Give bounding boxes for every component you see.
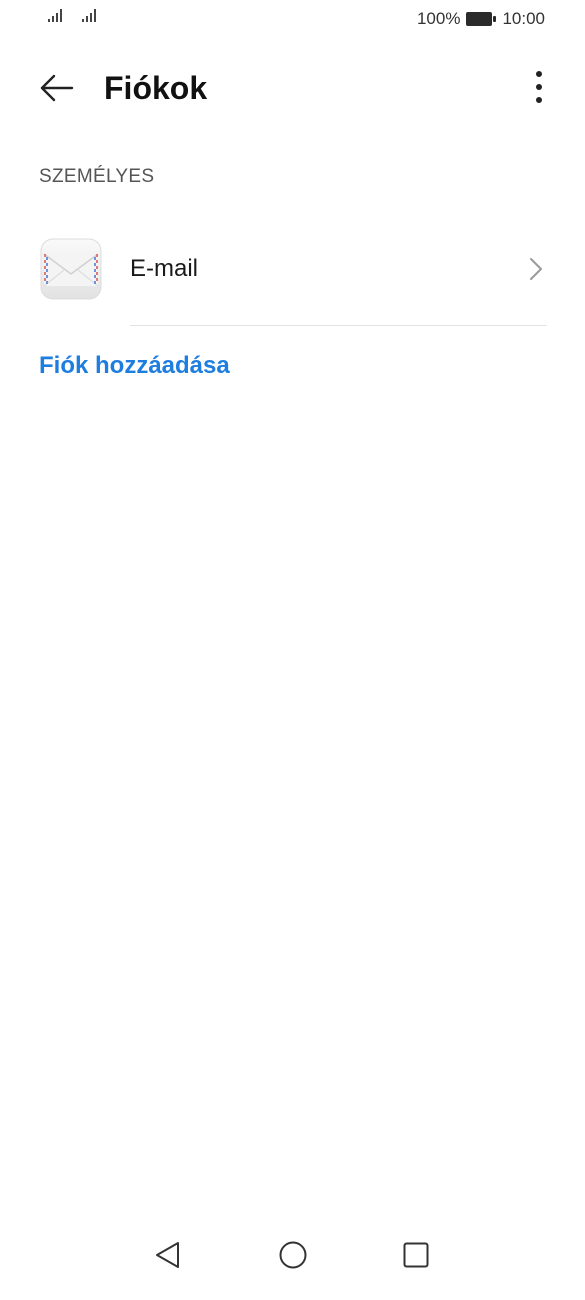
arrow-left-icon bbox=[40, 74, 74, 102]
section-header: SZEMÉLYES bbox=[39, 166, 155, 187]
nav-home-icon[interactable] bbox=[278, 1240, 308, 1270]
more-vertical-icon bbox=[536, 71, 542, 103]
app-bar: Fiókok bbox=[0, 50, 585, 126]
account-item-label: E-mail bbox=[130, 255, 199, 282]
signal-icon bbox=[48, 9, 62, 22]
divider bbox=[130, 325, 547, 326]
more-options-button[interactable] bbox=[529, 68, 549, 108]
status-bar: 100% 10:00 bbox=[0, 0, 585, 40]
signal-icon bbox=[82, 9, 96, 22]
page-title: Fiókok bbox=[104, 70, 208, 106]
battery-icon bbox=[466, 12, 497, 26]
add-account-button[interactable]: Fiók hozzáadása bbox=[39, 351, 230, 381]
nav-recents-icon[interactable] bbox=[401, 1240, 431, 1270]
email-envelope-icon bbox=[40, 238, 102, 300]
clock: 10:00 bbox=[502, 9, 545, 28]
status-right: 100% 10:00 bbox=[417, 9, 545, 29]
nav-back-icon[interactable] bbox=[153, 1240, 183, 1270]
navigation-bar bbox=[0, 1240, 585, 1300]
chevron-right-icon bbox=[530, 258, 542, 280]
back-button[interactable] bbox=[32, 68, 76, 108]
battery-percent: 100% bbox=[416, 9, 461, 28]
account-item-email[interactable]: E-mail bbox=[0, 226, 585, 326]
